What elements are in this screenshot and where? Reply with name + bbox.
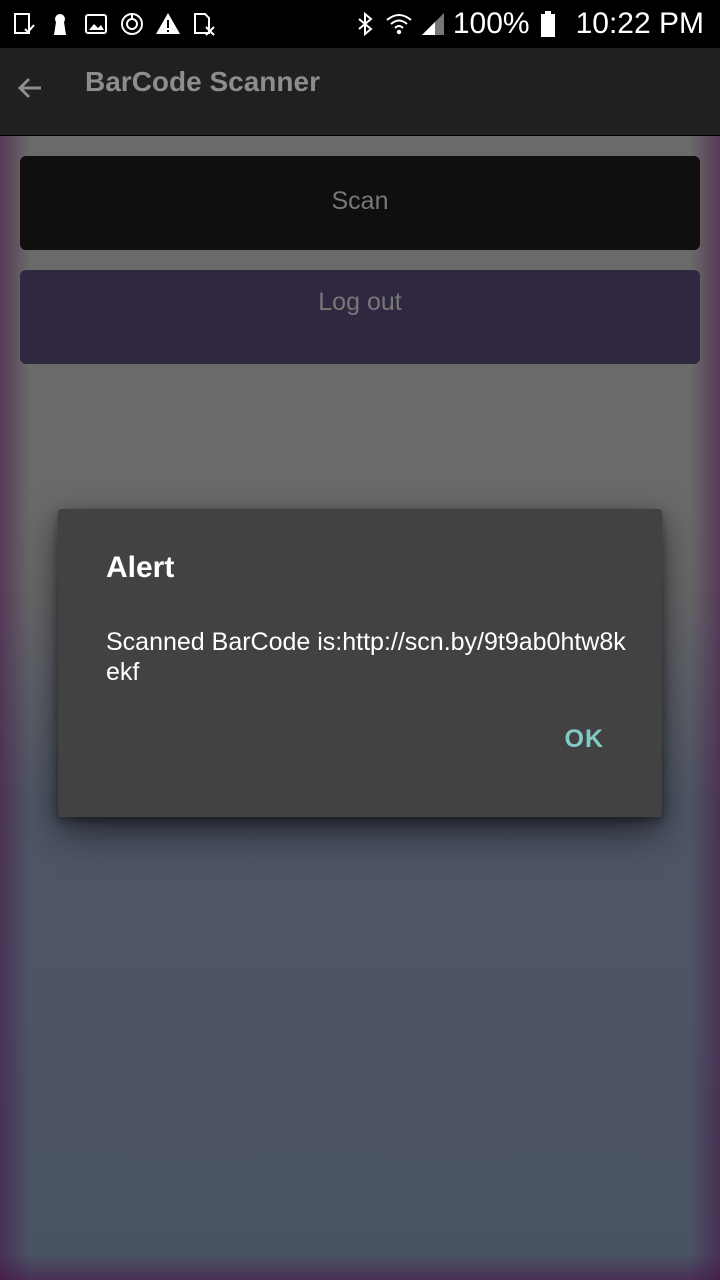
sim-off-icon (190, 10, 218, 38)
cell-signal-icon (419, 10, 447, 38)
alert-dialog: Alert Scanned BarCode is:http://scn.by/9… (58, 509, 662, 817)
bluetooth-icon (351, 10, 379, 38)
download-complete-icon (10, 10, 38, 38)
wifi-icon (385, 10, 413, 38)
screen: 100% 10:22 PM BarCode Scanner Scan Log o… (0, 0, 720, 1280)
scan-button[interactable]: Scan (20, 156, 700, 250)
image-icon (82, 10, 110, 38)
arrow-left-icon (15, 73, 45, 108)
status-left-icons (10, 0, 226, 48)
warning-icon (154, 10, 182, 38)
status-bar: 100% 10:22 PM (0, 0, 720, 48)
sync-icon (118, 10, 146, 38)
battery-icon (534, 10, 562, 38)
dialog-title: Alert (106, 551, 175, 584)
app-toolbar: BarCode Scanner (0, 48, 720, 136)
battery-percent: 100% (452, 7, 530, 40)
dialog-message: Scanned BarCode is:http://scn.by/9t9ab0h… (106, 628, 626, 686)
status-right-icons: 100% 10:22 PM (345, 0, 704, 48)
keyhole-icon (46, 10, 74, 38)
page-title: BarCode Scanner (85, 66, 320, 97)
status-time: 10:22 PM (575, 7, 704, 40)
ok-button[interactable]: OK (555, 721, 615, 758)
back-button[interactable] (8, 68, 52, 112)
logout-button[interactable]: Log out (20, 270, 700, 364)
